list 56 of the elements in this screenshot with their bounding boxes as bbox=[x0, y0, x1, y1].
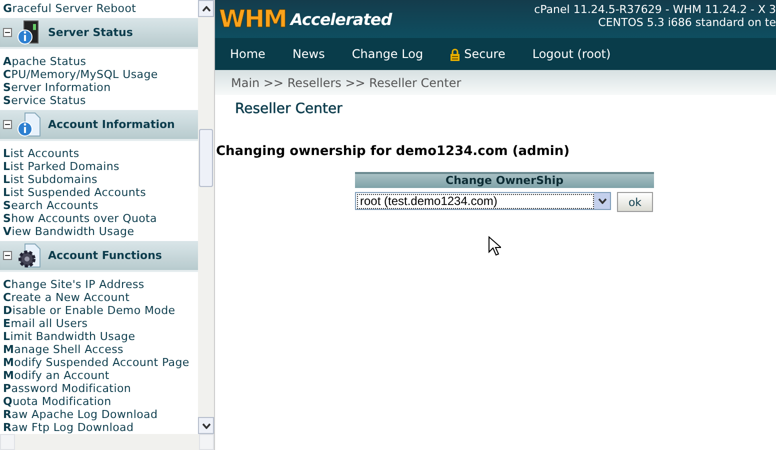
caret-down-icon bbox=[202, 422, 210, 428]
collapse-icon[interactable] bbox=[3, 28, 12, 37]
scrollbar-thumb[interactable] bbox=[199, 129, 213, 187]
caret-down-icon bbox=[598, 198, 606, 204]
breadcrumb: Main >> Resellers >> Reseller Center bbox=[231, 76, 462, 90]
nav-link[interactable]: Secure bbox=[464, 47, 506, 61]
sidebar-link[interactable]: Modify an Account bbox=[0, 369, 198, 382]
page-heading: Changing ownership for demo1234.com (admin) bbox=[216, 144, 571, 159]
sidebar-link[interactable]: Quota Modification bbox=[0, 395, 198, 408]
sidebar-link[interactable]: Change Site's IP Address bbox=[0, 278, 198, 291]
sidebar-link[interactable]: List Accounts bbox=[0, 147, 198, 160]
sidebar-link[interactable]: List Subdomains bbox=[0, 173, 198, 186]
sidebar-link[interactable]: CPU/Memory/MySQL Usage bbox=[0, 68, 198, 81]
gear-document-icon bbox=[16, 242, 42, 268]
version-info: cPanel 11.24.5-R37629 - WHM 11.24.2 - X 3 bbox=[534, 3, 776, 16]
sidebar-link[interactable]: Modify Suspended Account Page bbox=[0, 356, 198, 369]
sidebar-link[interactable]: Service Status bbox=[0, 94, 198, 107]
lock-icon bbox=[450, 48, 460, 60]
sidebar-link[interactable]: List Parked Domains bbox=[0, 160, 198, 173]
scroll-up-button[interactable] bbox=[198, 0, 214, 17]
sidebar-link[interactable]: Disable or Enable Demo Mode bbox=[0, 304, 198, 317]
logo-subtitle: Accelerated bbox=[290, 10, 392, 28]
sidebar-link[interactable]: View Bandwidth Usage bbox=[0, 225, 198, 238]
ok-button[interactable]: ok bbox=[617, 192, 653, 212]
caret-up-icon bbox=[202, 6, 210, 12]
collapse-icon[interactable] bbox=[3, 251, 12, 260]
nav-link[interactable]: Change Log bbox=[352, 47, 424, 61]
logo-text: WHM bbox=[219, 5, 286, 33]
sidebar-link[interactable]: Search Accounts bbox=[0, 199, 198, 212]
sidebar-link[interactable]: Graceful Server Reboot bbox=[0, 2, 198, 15]
page-title: Reseller Center bbox=[235, 101, 344, 117]
sidebar-link[interactable]: Raw Apache Log Download bbox=[0, 408, 198, 421]
nav-link[interactable]: Logout (root) bbox=[532, 47, 611, 61]
collapse-icon[interactable] bbox=[3, 120, 12, 129]
document-info-icon bbox=[16, 112, 42, 138]
sidebar-link[interactable]: List Suspended Accounts bbox=[0, 186, 198, 199]
scroll-down-button[interactable] bbox=[198, 417, 214, 434]
sidebar-link[interactable]: Password Modification bbox=[0, 382, 198, 395]
nav-link[interactable]: Home bbox=[230, 47, 266, 61]
sidebar-link[interactable]: Show Accounts over Quota bbox=[0, 212, 198, 225]
section-title: Server Status bbox=[48, 26, 133, 39]
version-info: CENTOS 5.3 i686 standard on te bbox=[598, 16, 776, 29]
sidebar-link[interactable]: Raw Ftp Log Download bbox=[0, 421, 198, 434]
form-header: Change OwnerShip bbox=[355, 172, 654, 188]
sidebar-link[interactable]: Server Information bbox=[0, 81, 198, 94]
owner-select[interactable]: root (test.demo1234.com) bbox=[355, 192, 611, 210]
sidebar-link[interactable]: Email all Users bbox=[0, 317, 198, 330]
sidebar-link[interactable]: Create a New Account bbox=[0, 291, 198, 304]
nav-link[interactable]: News bbox=[292, 47, 325, 61]
section-title: Account Information bbox=[48, 118, 175, 131]
mouse-cursor-icon bbox=[488, 236, 501, 256]
sidebar-link[interactable]: Limit Bandwidth Usage bbox=[0, 330, 198, 343]
section-title: Account Functions bbox=[48, 249, 162, 262]
sidebar-link[interactable]: Apache Status bbox=[0, 55, 198, 68]
vertical-scrollbar[interactable] bbox=[198, 0, 214, 434]
sidebar-link[interactable]: Manage Shell Access bbox=[0, 343, 198, 356]
